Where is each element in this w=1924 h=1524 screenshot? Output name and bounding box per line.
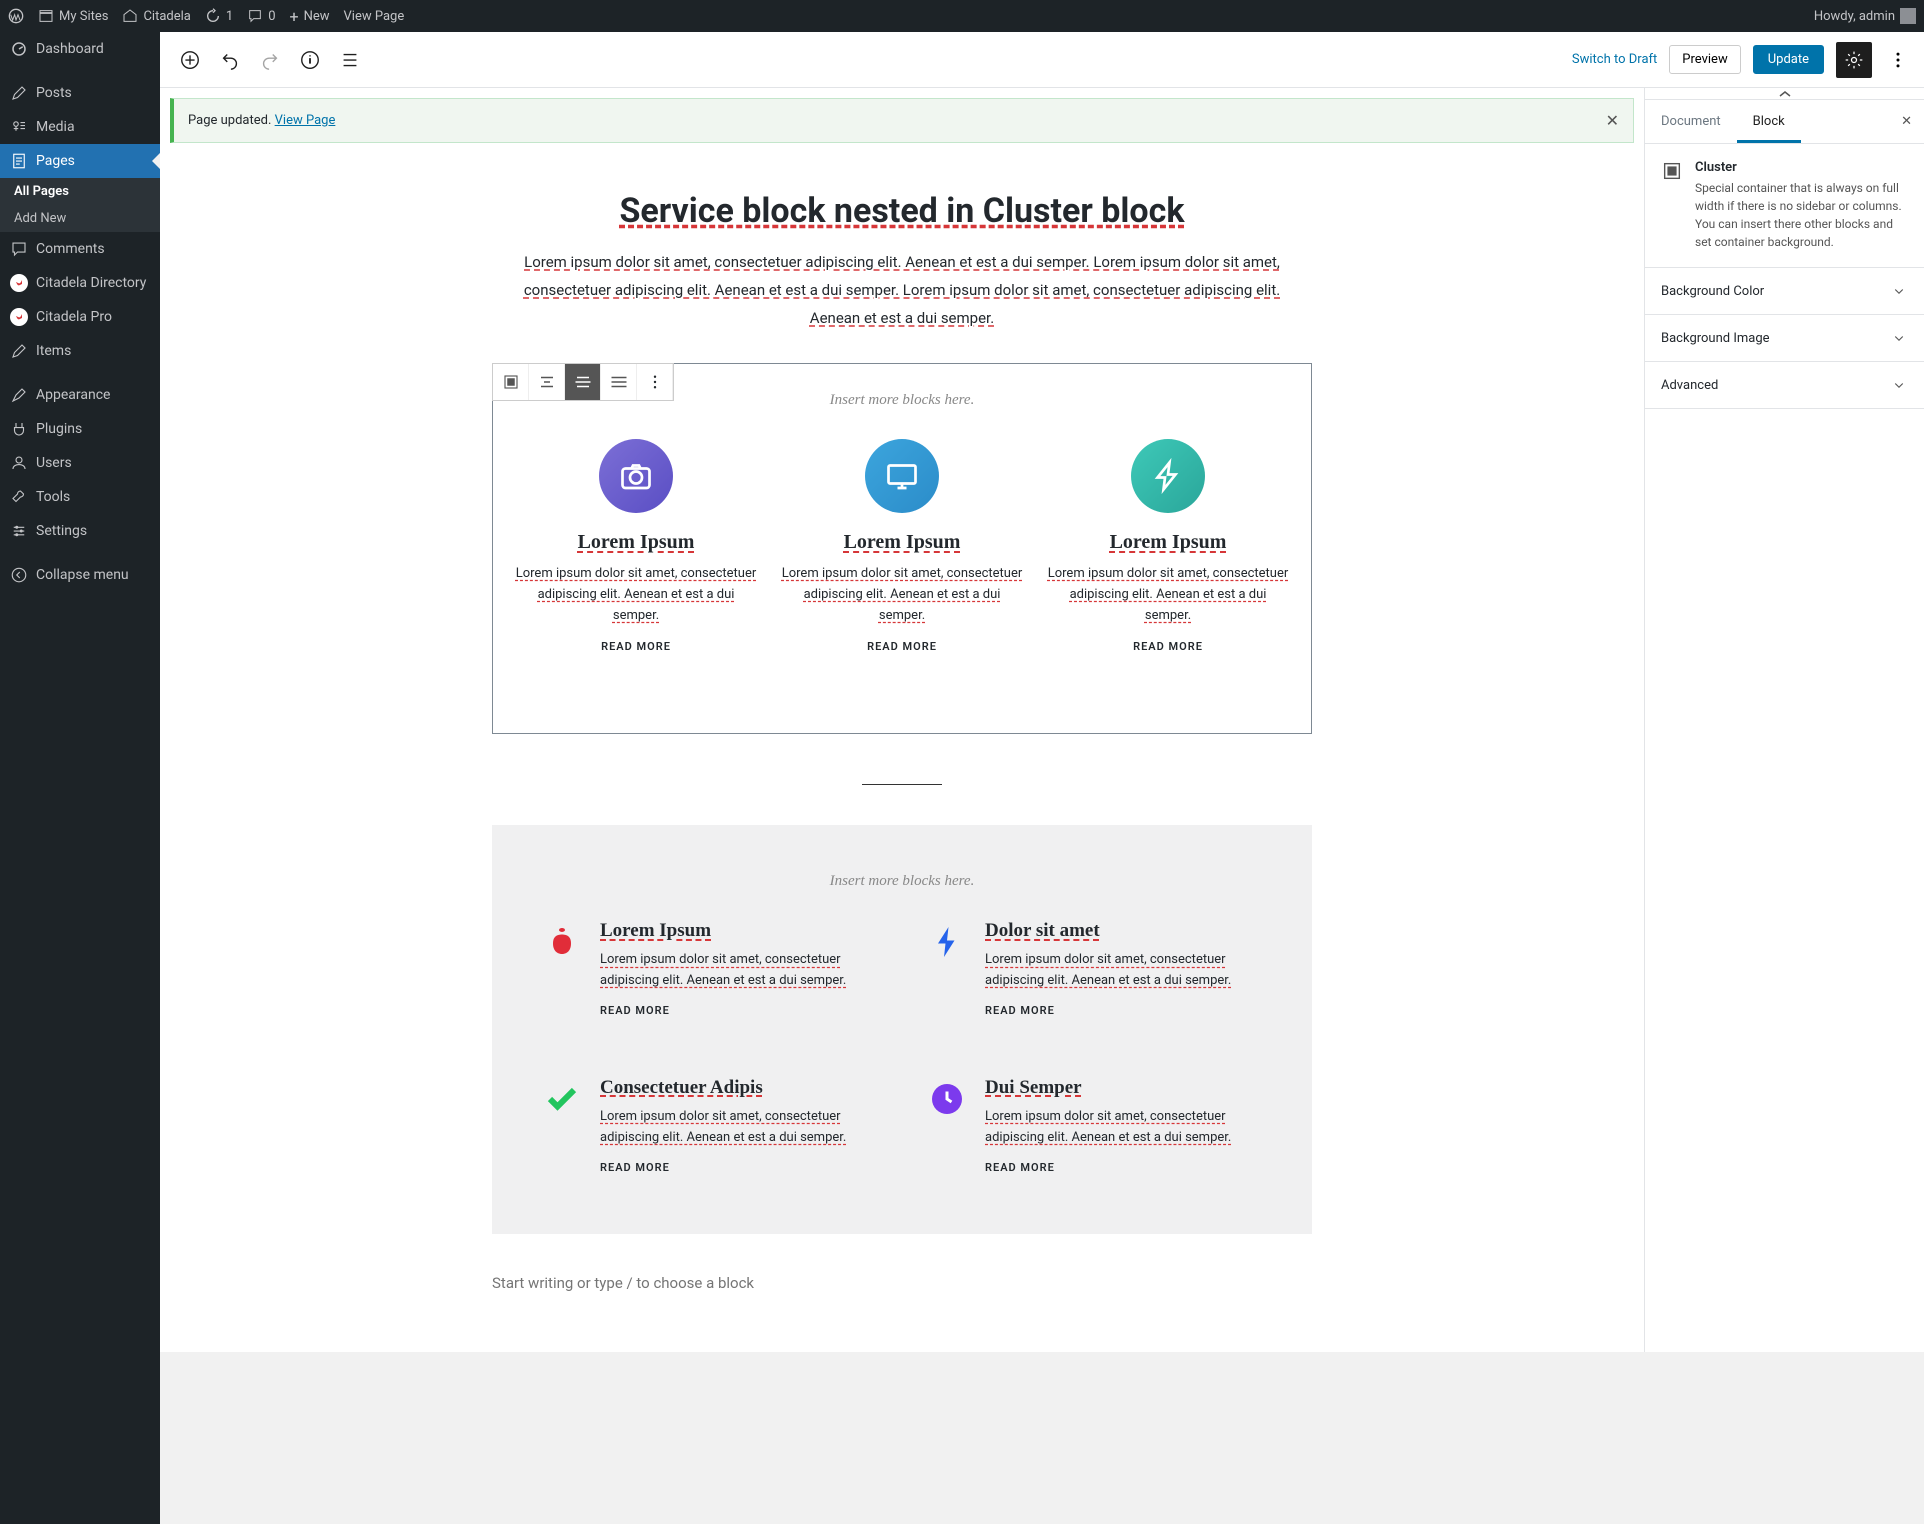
sidebar-item-users[interactable]: Users <box>0 446 160 480</box>
undo-button[interactable] <box>212 42 248 78</box>
service-block[interactable]: Lorem Ipsum Lorem ipsum dolor sit amet, … <box>779 439 1025 653</box>
bolt-icon <box>1131 439 1205 513</box>
clock-icon <box>927 1077 967 1117</box>
section-bg-image[interactable]: Background Image <box>1645 315 1924 362</box>
tab-document[interactable]: Document <box>1645 100 1737 143</box>
page-title[interactable]: Service block nested in Cluster block <box>492 191 1312 231</box>
block-more-button[interactable] <box>637 364 673 400</box>
block-info: Cluster Special container that is always… <box>1645 144 1924 268</box>
switch-to-draft-link[interactable]: Switch to Draft <box>1572 52 1657 67</box>
sidebar-item-media[interactable]: Media <box>0 110 160 144</box>
avatar <box>1900 8 1916 24</box>
sidebar-item-pages[interactable]: Pages <box>0 144 160 178</box>
cluster-icon <box>1661 160 1683 182</box>
info-button[interactable] <box>292 42 328 78</box>
block-type-button[interactable] <box>493 364 529 400</box>
apple-icon <box>542 920 582 960</box>
cluster-block-grey[interactable]: Insert more blocks here. Lorem Ipsum Lor… <box>492 825 1312 1233</box>
align-none-button[interactable] <box>529 364 565 400</box>
block-toolbar <box>492 363 674 401</box>
service-block[interactable]: Dolor sit amet Lorem ipsum dolor sit ame… <box>927 920 1262 1017</box>
align-wide-button[interactable] <box>565 364 601 400</box>
panel-collapse[interactable] <box>1645 88 1924 100</box>
preview-button[interactable]: Preview <box>1669 45 1740 74</box>
service-block[interactable]: Lorem Ipsum Lorem ipsum dolor sit amet, … <box>542 920 877 1017</box>
default-block-appender[interactable]: Start writing or type / to choose a bloc… <box>492 1274 1312 1292</box>
site-name[interactable]: Citadela <box>122 8 190 24</box>
read-more-link[interactable]: READ MORE <box>600 1004 877 1017</box>
update-button[interactable]: Update <box>1753 45 1824 74</box>
insert-placeholder[interactable]: Insert more blocks here. <box>522 873 1282 890</box>
service-block[interactable]: Consectetuer Adipis Lorem ipsum dolor si… <box>542 1077 877 1174</box>
monitor-icon <box>865 439 939 513</box>
update-notice: Page updated. View Page ✕ <box>170 98 1634 143</box>
updates[interactable]: 1 <box>205 8 233 24</box>
tab-block[interactable]: Block <box>1737 100 1801 143</box>
sidebar-item-appearance[interactable]: Appearance <box>0 378 160 412</box>
section-bg-color[interactable]: Background Color <box>1645 268 1924 315</box>
sidebar-item-plugins[interactable]: Plugins <box>0 412 160 446</box>
admin-bar: My Sites Citadela 1 0 +New View Page How… <box>0 0 1924 32</box>
sidebar-item-items[interactable]: Items <box>0 334 160 368</box>
camera-icon <box>599 439 673 513</box>
sidebar-item-settings[interactable]: Settings <box>0 514 160 548</box>
read-more-link[interactable]: READ MORE <box>985 1161 1262 1174</box>
settings-panel: Document Block ✕ Cluster Special contain… <box>1644 88 1924 1352</box>
sidebar-item-collapse[interactable]: Collapse menu <box>0 558 160 592</box>
cluster-block-selected[interactable]: Insert more blocks here. Lorem Ipsum Lor… <box>492 363 1312 734</box>
view-page-link[interactable]: View Page <box>344 9 405 24</box>
redo-button[interactable] <box>252 42 288 78</box>
comments-count[interactable]: 0 <box>247 8 275 24</box>
my-sites[interactable]: My Sites <box>38 8 108 24</box>
dismiss-notice[interactable]: ✕ <box>1606 111 1619 130</box>
read-more-link[interactable]: READ MORE <box>600 1161 877 1174</box>
sidebar-item-tools[interactable]: Tools <box>0 480 160 514</box>
sidebar-sub-all-pages[interactable]: All Pages <box>0 178 160 205</box>
section-advanced[interactable]: Advanced <box>1645 362 1924 409</box>
close-panel[interactable]: ✕ <box>1889 100 1924 143</box>
admin-sidebar: Dashboard Posts Media Pages All Pages Ad… <box>0 32 160 1524</box>
service-block[interactable]: Lorem Ipsum Lorem ipsum dolor sit amet, … <box>1045 439 1291 653</box>
add-block-button[interactable] <box>172 42 208 78</box>
service-block[interactable]: Lorem Ipsum Lorem ipsum dolor sit amet, … <box>513 439 759 653</box>
read-more-link[interactable]: READ MORE <box>1045 640 1291 653</box>
page-intro[interactable]: Lorem ipsum dolor sit amet, consectetuer… <box>512 249 1292 333</box>
view-page-notice-link[interactable]: View Page <box>275 113 336 128</box>
sidebar-item-citadela-directory[interactable]: Citadela Directory <box>0 266 160 300</box>
editor-canvas[interactable]: Page updated. View Page ✕ Service block … <box>160 88 1644 1352</box>
editor-toolbar: Switch to Draft Preview Update <box>160 32 1924 88</box>
read-more-link[interactable]: READ MORE <box>985 1004 1262 1017</box>
align-full-button[interactable] <box>601 364 637 400</box>
read-more-link[interactable]: READ MORE <box>779 640 1025 653</box>
read-more-link[interactable]: READ MORE <box>513 640 759 653</box>
new-content[interactable]: +New <box>290 7 330 26</box>
more-menu-button[interactable] <box>1884 42 1912 78</box>
bolt-icon <box>927 920 967 960</box>
howdy-user[interactable]: Howdy, admin <box>1814 8 1916 24</box>
settings-gear-button[interactable] <box>1836 42 1872 78</box>
check-icon <box>542 1077 582 1117</box>
separator[interactable] <box>862 784 942 785</box>
sidebar-sub-add-new[interactable]: Add New <box>0 205 160 232</box>
sidebar-item-dashboard[interactable]: Dashboard <box>0 32 160 66</box>
service-block[interactable]: Dui Semper Lorem ipsum dolor sit amet, c… <box>927 1077 1262 1174</box>
wp-logo[interactable] <box>8 8 24 24</box>
sidebar-item-posts[interactable]: Posts <box>0 76 160 110</box>
sidebar-item-citadela-pro[interactable]: Citadela Pro <box>0 300 160 334</box>
sidebar-item-comments[interactable]: Comments <box>0 232 160 266</box>
outline-button[interactable] <box>332 42 368 78</box>
